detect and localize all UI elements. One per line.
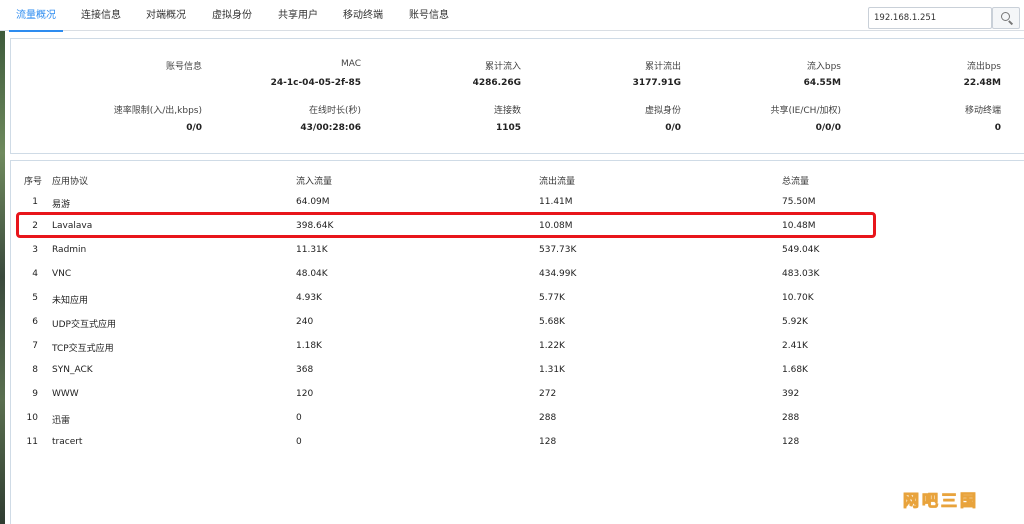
cell-index: 6 <box>32 317 38 327</box>
cell-index: 2 <box>32 221 38 231</box>
cell-inbound: 64.09M <box>296 197 330 207</box>
cell-total: 10.48M <box>782 221 816 231</box>
cell-total: 392 <box>782 389 800 399</box>
cell-outbound: 537.73K <box>539 245 577 255</box>
table-header-outbound[interactable]: 流出流量 <box>539 174 575 187</box>
summary-label-shared: 共享(IE/CH/加权) <box>770 106 841 116</box>
cell-inbound: 120 <box>296 389 314 399</box>
cell-index: 3 <box>32 245 38 255</box>
summary-value-out-bps: 22.48M <box>963 78 1001 88</box>
summary-label-account: 账号信息 <box>165 62 202 72</box>
cell-outbound: 272 <box>539 389 557 399</box>
summary-value-rate-limit: 0/0 <box>186 123 202 133</box>
cell-total: 5.92K <box>782 317 808 327</box>
cell-inbound: 4.93K <box>296 293 322 303</box>
summary-label-out-bps: 流出bps <box>966 62 1001 72</box>
summary-label-virtual-identity: 虚拟身份 <box>644 106 681 116</box>
summary-label-total-out: 累计流出 <box>644 62 681 72</box>
summary-value-mac: 24-1c-04-05-2f-85 <box>270 78 361 88</box>
table-header-total[interactable]: 总流量 <box>782 174 809 187</box>
cell-inbound: 240 <box>296 317 314 327</box>
cell-total: 128 <box>782 437 800 447</box>
cell-inbound: 48.04K <box>296 269 328 279</box>
table-header-inbound[interactable]: 流入流量 <box>296 174 332 187</box>
cell-total: 1.68K <box>782 365 808 375</box>
cell-total: 483.03K <box>782 269 820 279</box>
summary-label-mobile-terminal: 移动终端 <box>964 106 1001 116</box>
summary-value-virtual-identity: 0/0 <box>665 123 681 133</box>
cell-inbound: 11.31K <box>296 245 328 255</box>
summary-value-total-out: 3177.91G <box>632 78 681 88</box>
cell-total: 75.50M <box>782 197 816 207</box>
cell-outbound: 5.77K <box>539 293 565 303</box>
cell-protocol: TCP交互式应用 <box>52 344 114 354</box>
search-button[interactable] <box>992 7 1020 29</box>
cell-protocol: VNC <box>52 269 72 279</box>
cell-inbound: 398.64K <box>296 221 334 231</box>
cell-protocol: 迅雷 <box>52 416 71 426</box>
tab-mobile-terminal[interactable]: 移动终端 <box>343 0 383 31</box>
cell-inbound: 368 <box>296 365 314 375</box>
cell-index: 11 <box>26 437 38 447</box>
tab-peer-overview[interactable]: 对端概况 <box>146 0 186 31</box>
summary-label-mac: MAC <box>340 59 361 69</box>
summary-value-mobile-terminal: 0 <box>994 123 1001 133</box>
summary-label-in-bps: 流入bps <box>806 62 841 72</box>
summary-value-online-time: 43/00:28:06 <box>300 123 361 133</box>
summary-value-shared: 0/0/0 <box>815 123 841 133</box>
cell-index: 8 <box>32 365 38 375</box>
cell-outbound: 5.68K <box>539 317 565 327</box>
cell-protocol: Lavalava <box>52 221 93 231</box>
search-icon-handle <box>1008 20 1014 25</box>
table-header-index[interactable]: 序号 <box>24 174 42 187</box>
cell-index: 9 <box>32 389 38 399</box>
cell-protocol: UDP交互式应用 <box>52 320 116 330</box>
tab-connection-info[interactable]: 连接信息 <box>81 0 121 31</box>
cell-inbound: 1.18K <box>296 341 322 351</box>
cell-index: 7 <box>32 341 38 351</box>
cell-outbound: 1.31K <box>539 365 565 375</box>
cell-protocol: SYN_ACK <box>52 365 93 375</box>
app-traffic-table <box>10 160 1024 524</box>
cell-outbound: 288 <box>539 413 557 423</box>
cell-total: 2.41K <box>782 341 808 351</box>
tab-shared-users[interactable]: 共享用户 <box>278 0 318 31</box>
watermark-logo: 网吧三国 <box>902 491 980 511</box>
cell-index: 4 <box>32 269 38 279</box>
summary-label-rate-limit: 速率限制(入/出,kbps) <box>113 106 202 116</box>
summary-value-in-bps: 64.55M <box>803 78 841 88</box>
cell-total: 549.04K <box>782 245 820 255</box>
cell-index: 10 <box>26 413 38 423</box>
cell-protocol: 易游 <box>52 200 71 210</box>
cell-inbound: 0 <box>296 437 302 447</box>
cell-protocol: Radmin <box>52 245 87 255</box>
summary-label-total-in: 累计流入 <box>484 62 521 72</box>
cell-index: 1 <box>32 197 38 207</box>
tab-traffic-overview[interactable]: 流量概况 <box>9 0 63 32</box>
cell-protocol: 未知应用 <box>52 296 89 306</box>
cell-protocol: tracert <box>52 437 83 447</box>
cell-outbound: 11.41M <box>539 197 573 207</box>
cell-index: 5 <box>32 293 38 303</box>
summary-label-online-time: 在线时长(秒) <box>308 106 361 116</box>
table-header-protocol[interactable]: 应用协议 <box>52 174 88 187</box>
cell-inbound: 0 <box>296 413 302 423</box>
summary-value-total-in: 4286.26G <box>472 78 521 88</box>
cell-total: 10.70K <box>782 293 814 303</box>
cell-outbound: 128 <box>539 437 557 447</box>
summary-panel <box>10 38 1024 154</box>
cell-total: 288 <box>782 413 800 423</box>
cell-outbound: 1.22K <box>539 341 565 351</box>
search-input[interactable] <box>868 7 992 29</box>
cell-outbound: 434.99K <box>539 269 577 279</box>
cell-outbound: 10.08M <box>539 221 573 231</box>
summary-value-connections: 1105 <box>495 123 521 133</box>
cell-protocol: WWW <box>52 389 79 399</box>
left-edge-strip <box>0 30 5 524</box>
summary-label-connections: 连接数 <box>493 106 521 116</box>
tab-virtual-identity[interactable]: 虚拟身份 <box>212 0 252 31</box>
tab-account-info[interactable]: 账号信息 <box>409 0 449 31</box>
